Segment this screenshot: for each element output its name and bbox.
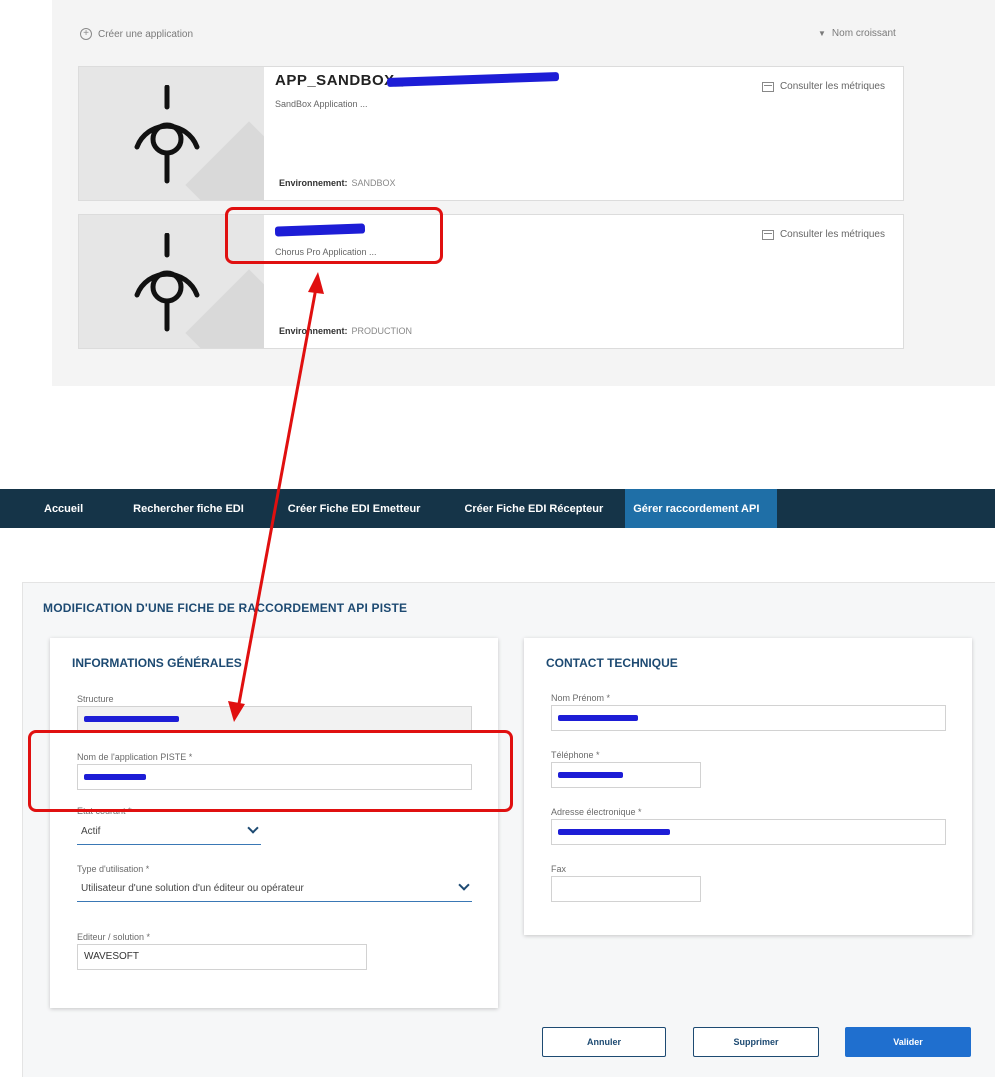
app-title[interactable]: APP_SANDBOX_	[275, 72, 404, 89]
create-application-link[interactable]: + Créer une application	[80, 28, 193, 40]
chevron-down-icon: ▼	[818, 29, 826, 38]
page-title: Modification d'une fiche de raccordement…	[43, 601, 408, 615]
highlight-box-app-name-field	[28, 730, 513, 812]
app-environment: Environnement: SANDBOX	[279, 178, 396, 188]
plus-circle-icon: +	[80, 28, 92, 40]
view-metrics-link[interactable]: Consulter les métriques	[761, 81, 885, 92]
nav-item-search-edi[interactable]: Rechercher fiche EDI	[105, 489, 266, 528]
structure-label: Structure	[77, 694, 114, 704]
general-info-panel: Informations générales Structure Nom de …	[50, 638, 498, 1008]
antenna-pin-icon	[134, 85, 200, 184]
redaction-mark	[84, 716, 179, 722]
usage-type-value: Utilisateur d'une solution d'un éditeur …	[81, 883, 304, 894]
calendar-icon	[761, 229, 774, 240]
delete-button[interactable]: Supprimer	[693, 1027, 819, 1057]
editor-label: Editeur / solution *	[77, 932, 151, 942]
fax-label: Fax	[551, 864, 567, 874]
phone-label: Téléphone *	[551, 750, 600, 760]
redaction-mark	[558, 715, 638, 721]
app-card-production[interactable]: Chorus Pro Application ... Environnement…	[78, 214, 904, 349]
state-select[interactable]: Actif	[77, 819, 261, 845]
structure-field	[77, 706, 472, 732]
app-description: SandBox Application ...	[275, 99, 368, 109]
nav-item-manage-api[interactable]: Gérer raccordement API	[625, 489, 778, 528]
cancel-button[interactable]: Annuler	[542, 1027, 666, 1057]
chevron-down-icon	[247, 822, 259, 834]
general-info-title: Informations générales	[72, 656, 242, 670]
sort-dropdown[interactable]: ▼ Nom croissant	[818, 28, 896, 39]
nav-item-home[interactable]: Accueil	[0, 489, 105, 528]
env-label: Environnement:	[279, 178, 348, 188]
technical-contact-title: Contact technique	[546, 656, 678, 670]
usage-type-select[interactable]: Utilisateur d'une solution d'un éditeur …	[77, 876, 472, 902]
env-label: Environnement:	[279, 326, 348, 336]
main-navbar: Accueil Rechercher fiche EDI Créer Fiche…	[0, 489, 995, 528]
technical-contact-panel: Contact technique Nom Prénom * Téléphone…	[524, 638, 972, 935]
antenna-pin-icon	[134, 233, 200, 332]
env-value: PRODUCTION	[351, 326, 413, 336]
form-page: Modification d'une fiche de raccordement…	[22, 582, 995, 1077]
app-environment: Environnement: PRODUCTION	[279, 326, 412, 336]
create-application-label: Créer une application	[98, 28, 194, 40]
email-label: Adresse électronique *	[551, 807, 642, 817]
validate-button[interactable]: Valider	[845, 1027, 971, 1057]
app-card-sandbox[interactable]: APP_SANDBOX_ SandBox Application ... Env…	[78, 66, 904, 201]
app-thumbnail	[79, 67, 264, 200]
nav-item-create-edi-receiver[interactable]: Créer Fiche EDI Récepteur	[442, 489, 625, 528]
view-metrics-link[interactable]: Consulter les métriques	[761, 229, 885, 240]
email-input[interactable]	[551, 819, 946, 845]
state-value: Actif	[81, 826, 101, 837]
phone-input[interactable]	[551, 762, 701, 788]
view-metrics-label: Consulter les métriques	[779, 81, 885, 92]
env-value: SANDBOX	[351, 178, 396, 188]
view-metrics-label: Consulter les métriques	[779, 229, 885, 240]
screenshot-root: + Créer une application ▼ Nom croissant …	[0, 0, 995, 1077]
highlight-box-app-card	[225, 207, 443, 264]
editor-input[interactable]: WAVESOFT	[77, 944, 367, 970]
chevron-down-icon	[458, 879, 470, 891]
name-input[interactable]	[551, 705, 946, 731]
redaction-mark	[558, 772, 623, 778]
calendar-icon	[761, 81, 774, 92]
name-label: Nom Prénom *	[551, 693, 611, 703]
redaction-mark	[558, 829, 670, 835]
nav-item-create-edi-sender[interactable]: Créer Fiche EDI Emetteur	[266, 489, 443, 528]
redaction-mark	[386, 72, 560, 87]
usage-type-label: Type d'utilisation *	[77, 864, 150, 874]
fax-input[interactable]	[551, 876, 701, 902]
sort-label: Nom croissant	[831, 28, 896, 39]
